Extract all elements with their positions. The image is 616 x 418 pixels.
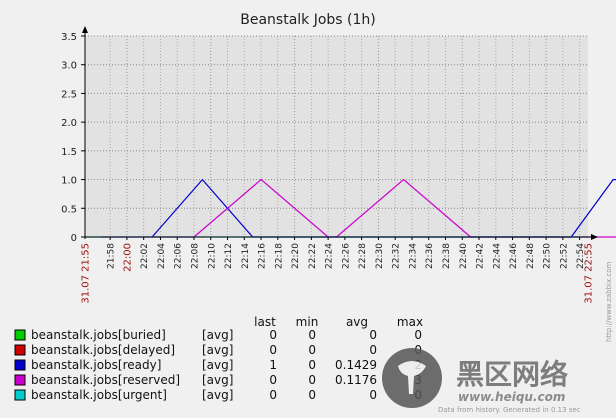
legend-series-name: beanstalk.jobs[buried]: [31, 328, 166, 342]
x-tick-label: 22:26: [341, 243, 351, 269]
x-tick-label: 22:32: [392, 243, 402, 269]
legend-last-value: 0: [269, 388, 277, 402]
legend-avg-value: 0: [369, 388, 377, 402]
x-tick-label: 22:02: [140, 243, 150, 269]
x-tick-label: 22:14: [241, 243, 251, 269]
legend-min-value: 0: [308, 343, 316, 357]
legend-swatch: [14, 344, 26, 356]
x-tick-label: 22:00: [122, 243, 133, 272]
x-tick-label: 22:42: [476, 243, 486, 269]
y-tick-label: 1.5: [61, 147, 77, 158]
legend-last-value: 1: [269, 358, 277, 372]
x-axis-ticks: 21:58 22:00 22:02 22:04 22:06 22:08 22:10 22:12…: [81, 237, 595, 304]
legend-last-value: 0: [269, 373, 277, 387]
legend-swatch: [14, 389, 26, 401]
y-tick-label: 2.5: [61, 89, 77, 100]
logo-url: www.heiqu.com: [458, 390, 565, 404]
y-tick-label: 3.0: [61, 61, 77, 72]
legend-min-value: 0: [308, 328, 316, 342]
y-axis-ticks: 0 0.5 1.0 1.5 2.0 2.5 3.0 3.5: [61, 32, 85, 244]
x-tick-label: 22:20: [291, 243, 301, 269]
legend-min-value: 0: [308, 373, 316, 387]
legend-avg-value: 0: [369, 328, 377, 342]
y-axis-arrow-icon: [82, 26, 88, 33]
legend-max-value: 0: [414, 328, 422, 342]
legend-func: [avg]: [202, 358, 233, 372]
legend-header-last: last: [254, 315, 276, 329]
y-tick-label: 0: [71, 233, 77, 244]
legend-series-name: beanstalk.jobs[delayed]: [31, 343, 175, 357]
x-tick-label: 22:28: [358, 243, 368, 269]
logo-text: 黑区网络: [456, 358, 568, 391]
x-tick-label: 22:44: [492, 243, 502, 269]
y-tick-label: 0.5: [61, 204, 77, 215]
x-tick-label: 22:48: [526, 243, 536, 269]
legend: last min avg max beanstalk.jobs[buried] [avg]…: [14, 315, 423, 402]
x-tick-label: 22:30: [375, 243, 385, 269]
x-axis-arrow-icon: [591, 234, 598, 240]
legend-avg-value: 0.1429: [335, 358, 377, 372]
legend-header-min: min: [296, 315, 319, 329]
legend-header-avg: avg: [346, 315, 368, 329]
legend-min-value: 0: [308, 388, 316, 402]
x-tick-label: 22:18: [274, 243, 284, 269]
x-tick-label: 22:10: [207, 243, 217, 269]
x-tick-label: 31.07 22:55: [584, 243, 595, 304]
legend-avg-value: 0: [369, 343, 377, 357]
legend-func: [avg]: [202, 343, 233, 357]
y-tick-label: 2.0: [61, 118, 77, 129]
legend-swatch: [14, 374, 26, 386]
x-tick-label: 31.07 21:55: [81, 243, 92, 304]
legend-series-name: beanstalk.jobs[urgent]: [31, 388, 167, 402]
legend-series-name: beanstalk.jobs[ready]: [31, 358, 161, 372]
x-tick-label: 22:04: [157, 243, 167, 269]
x-tick-label: 22:52: [559, 243, 569, 269]
x-tick-label: 22:50: [543, 243, 553, 269]
x-tick-label: 22:40: [459, 243, 469, 269]
zabbix-url: http://www.zabbix.com: [605, 262, 613, 342]
x-tick-label: 22:06: [174, 243, 184, 269]
x-tick-label: 22:34: [408, 243, 418, 269]
x-tick-label: 22:46: [509, 243, 519, 269]
x-tick-label: 22:36: [425, 243, 435, 269]
legend-avg-value: 0.1176: [335, 373, 377, 387]
legend-swatch: [14, 329, 26, 341]
legend-func: [avg]: [202, 328, 233, 342]
legend-swatch: [14, 359, 26, 371]
chart-canvas: Beanstalk Jobs (1h) 0 0.5 1.0 1.5 2.0 2.5 3.0 3…: [14, 12, 616, 414]
legend-last-value: 0: [269, 328, 277, 342]
y-tick-label: 3.5: [61, 32, 77, 43]
legend-series-name: beanstalk.jobs[reserved]: [31, 373, 180, 387]
legend-last-value: 0: [269, 343, 277, 357]
y-tick-label: 1.0: [61, 176, 77, 187]
legend-header-max: max: [397, 315, 423, 329]
chart-title: Beanstalk Jobs (1h): [240, 12, 376, 28]
x-tick-label: 22:22: [308, 243, 318, 269]
x-tick-label: 22:24: [325, 243, 335, 269]
x-tick-label: 21:58: [107, 243, 117, 269]
x-tick-label: 22:38: [442, 243, 452, 269]
legend-min-value: 0: [308, 358, 316, 372]
generation-note: Data from history. Generated in 0.13 sec: [438, 406, 581, 414]
x-tick-label: 22:16: [258, 243, 268, 269]
x-tick-label: 22:12: [224, 243, 234, 269]
legend-func: [avg]: [202, 373, 233, 387]
legend-func: [avg]: [202, 388, 233, 402]
x-tick-label: 22:08: [190, 243, 200, 269]
watermark-logo: 黑区网络 www.heiqu.com: [382, 348, 568, 408]
